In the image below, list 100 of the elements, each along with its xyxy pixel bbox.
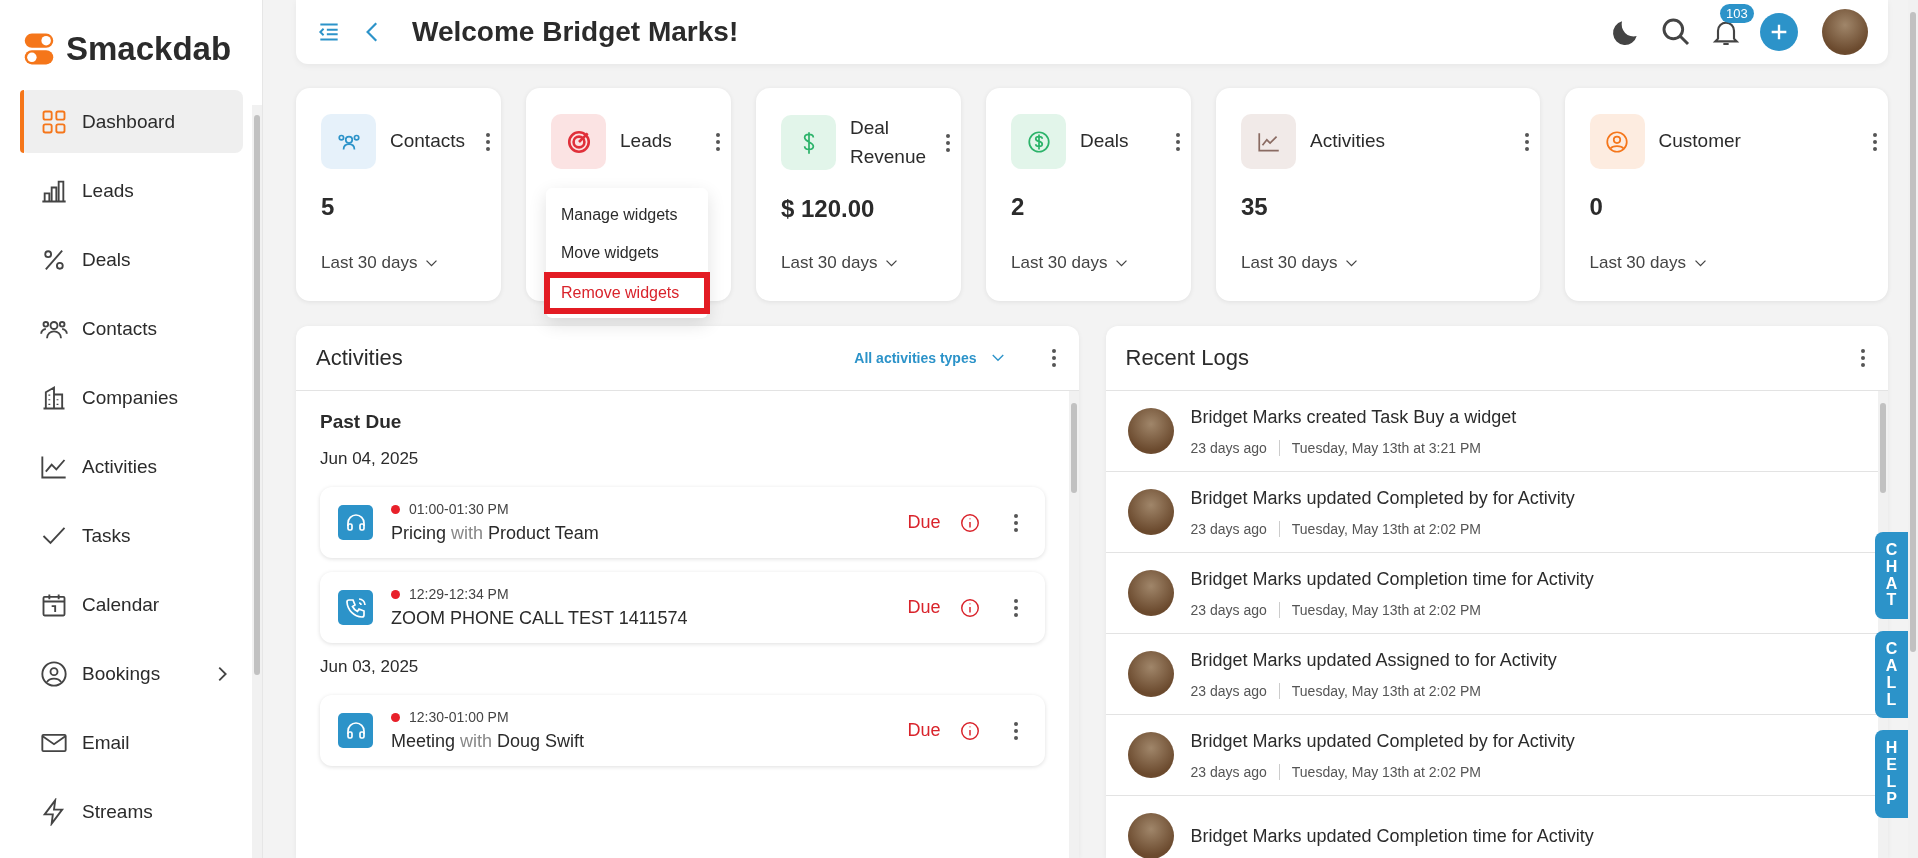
relative-time: 23 days ago xyxy=(1190,520,1267,537)
more-options-icon[interactable] xyxy=(1012,512,1019,533)
relative-time: 23 days ago xyxy=(1190,682,1267,699)
more-options-icon[interactable] xyxy=(1012,597,1019,618)
timestamp: Tuesday, May 13th at 3:21 PM xyxy=(1291,439,1481,456)
stat-label: Customer xyxy=(1658,129,1742,154)
menu-item[interactable]: Move widgets xyxy=(546,234,708,272)
sidebar-item[interactable]: Bookings xyxy=(20,642,243,705)
info-icon[interactable] xyxy=(958,596,981,619)
period-dropdown[interactable]: Last 30 days xyxy=(321,253,501,273)
stat-value: 2 xyxy=(1011,193,1026,221)
page-title: Welcome Bridget Marks! xyxy=(412,16,739,48)
period-dropdown[interactable]: Last 30 days xyxy=(1011,253,1191,273)
sidebar-item[interactable]: Calendar xyxy=(20,573,243,636)
activity-title: Pricing with Product Team xyxy=(391,523,600,544)
menu-item[interactable]: Remove widgets xyxy=(544,272,710,314)
period-dropdown[interactable]: Last 30 days xyxy=(1241,253,1540,273)
notification-count: 103 xyxy=(1720,4,1754,23)
period-dropdown[interactable]: Last 30 days xyxy=(1589,253,1888,273)
stat-label: Leads xyxy=(620,129,673,154)
sidebar-item[interactable]: Leads xyxy=(20,159,243,222)
activity-time: 12:29-12:34 PM xyxy=(409,586,509,602)
due-status: Due xyxy=(907,512,941,533)
more-options-icon[interactable] xyxy=(1860,348,1866,368)
sidebar-item[interactable]: Activities xyxy=(20,435,243,498)
sidebar-item[interactable]: Tasks xyxy=(20,504,243,567)
activity-card[interactable]: 12:29-12:34 PM ZOOM PHONE CALL TEST 1411574 Due xyxy=(320,572,1045,643)
activity-card[interactable]: 12:30-01:00 PM Meeting with Doug Swift Due xyxy=(320,695,1045,766)
sidebar-item[interactable]: Contacts xyxy=(20,297,243,360)
relative-time: 23 days ago xyxy=(1190,763,1267,780)
avatar xyxy=(1127,570,1174,616)
more-options-icon[interactable] xyxy=(1012,720,1019,741)
log-text: Bridget Marks updated Completion time for Activity xyxy=(1190,568,1594,590)
more-options-icon[interactable] xyxy=(1050,348,1057,368)
more-options-icon[interactable] xyxy=(715,131,721,152)
stat-label: Activities xyxy=(1310,129,1386,154)
avatar xyxy=(1127,408,1174,454)
avatar xyxy=(1127,813,1174,858)
add-button[interactable] xyxy=(1760,13,1798,51)
sidebar-item[interactable]: Companies xyxy=(20,366,243,429)
deals-icon xyxy=(1011,114,1066,169)
status-dot-icon xyxy=(391,589,400,599)
due-status: Due xyxy=(907,597,941,618)
log-text: Bridget Marks updated Completed by for Activity xyxy=(1190,487,1575,509)
activity-time: 12:30-01:00 PM xyxy=(409,709,509,725)
sidebar-item[interactable]: Email xyxy=(20,711,243,774)
avatar xyxy=(1127,651,1174,697)
stat-label: Deals xyxy=(1080,129,1130,154)
more-options-icon[interactable] xyxy=(1523,131,1530,152)
log-text: Bridget Marks updated Completed by for Activity xyxy=(1190,730,1575,752)
brand-name: Smackdab xyxy=(66,30,232,68)
log-text: Bridget Marks updated Completion time for Activity xyxy=(1190,825,1594,847)
period-dropdown[interactable]: Last 30 days xyxy=(781,253,961,273)
search-icon[interactable] xyxy=(1660,16,1692,48)
info-icon[interactable] xyxy=(958,719,981,742)
phone-icon xyxy=(338,590,373,625)
headset-icon xyxy=(338,713,373,748)
stat-value: 5 xyxy=(321,193,336,221)
timestamp: Tuesday, May 13th at 2:02 PM xyxy=(1291,763,1481,780)
activity-title: ZOOM PHONE CALL TEST 1411574 xyxy=(391,608,689,629)
avatar[interactable] xyxy=(1822,9,1868,55)
activities-icon xyxy=(1241,114,1296,169)
sidebar-item[interactable]: Streams xyxy=(20,780,243,843)
contacts-icon xyxy=(321,114,376,169)
menu-item[interactable]: Manage widgets xyxy=(546,196,708,234)
status-dot-icon xyxy=(391,712,400,722)
sidebar-item[interactable]: Deals xyxy=(20,228,243,291)
stat-value: 0 xyxy=(1589,193,1604,221)
headset-icon xyxy=(338,505,373,540)
relative-time: 23 days ago xyxy=(1190,601,1267,618)
more-options-icon[interactable] xyxy=(1175,131,1181,152)
stat-label: Contacts xyxy=(390,129,466,154)
more-options-icon[interactable] xyxy=(1872,131,1878,152)
timestamp: Tuesday, May 13th at 2:02 PM xyxy=(1291,520,1481,537)
more-options-icon[interactable] xyxy=(945,132,951,153)
avatar xyxy=(1127,489,1174,535)
log-text: Bridget Marks created Task Buy a widget xyxy=(1190,406,1517,428)
activity-card[interactable]: 01:00-01:30 PM Pricing with Product Team Due xyxy=(320,487,1045,558)
stat-value: $ 120.00 xyxy=(781,195,876,223)
stat-label: Deal Revenue xyxy=(850,116,928,169)
status-dot-icon xyxy=(391,504,400,514)
timestamp: Tuesday, May 13th at 2:02 PM xyxy=(1291,601,1481,618)
timestamp: Tuesday, May 13th at 2:02 PM xyxy=(1291,682,1481,699)
more-options-icon[interactable] xyxy=(485,131,491,152)
log-text: Bridget Marks updated Assigned to for Activity xyxy=(1190,649,1557,671)
activity-time: 01:00-01:30 PM xyxy=(409,501,509,517)
person-icon xyxy=(40,659,68,688)
date-heading: Jun 03, 2025 xyxy=(320,657,420,677)
section-heading: Past Due xyxy=(320,411,403,433)
avatar xyxy=(1127,732,1174,778)
panel-title: Activities xyxy=(316,345,403,371)
stat-value: 35 xyxy=(1241,193,1269,221)
date-heading: Jun 04, 2025 xyxy=(320,449,420,469)
relative-time: 23 days ago xyxy=(1190,439,1267,456)
leads-icon xyxy=(551,114,606,169)
panel-title: Recent Logs xyxy=(1125,345,1250,371)
sidebar-item[interactable]: Dashboard xyxy=(20,90,243,153)
activity-title: Meeting with Doug Swift xyxy=(391,731,586,752)
info-icon[interactable] xyxy=(958,511,981,534)
due-status: Due xyxy=(907,720,941,741)
